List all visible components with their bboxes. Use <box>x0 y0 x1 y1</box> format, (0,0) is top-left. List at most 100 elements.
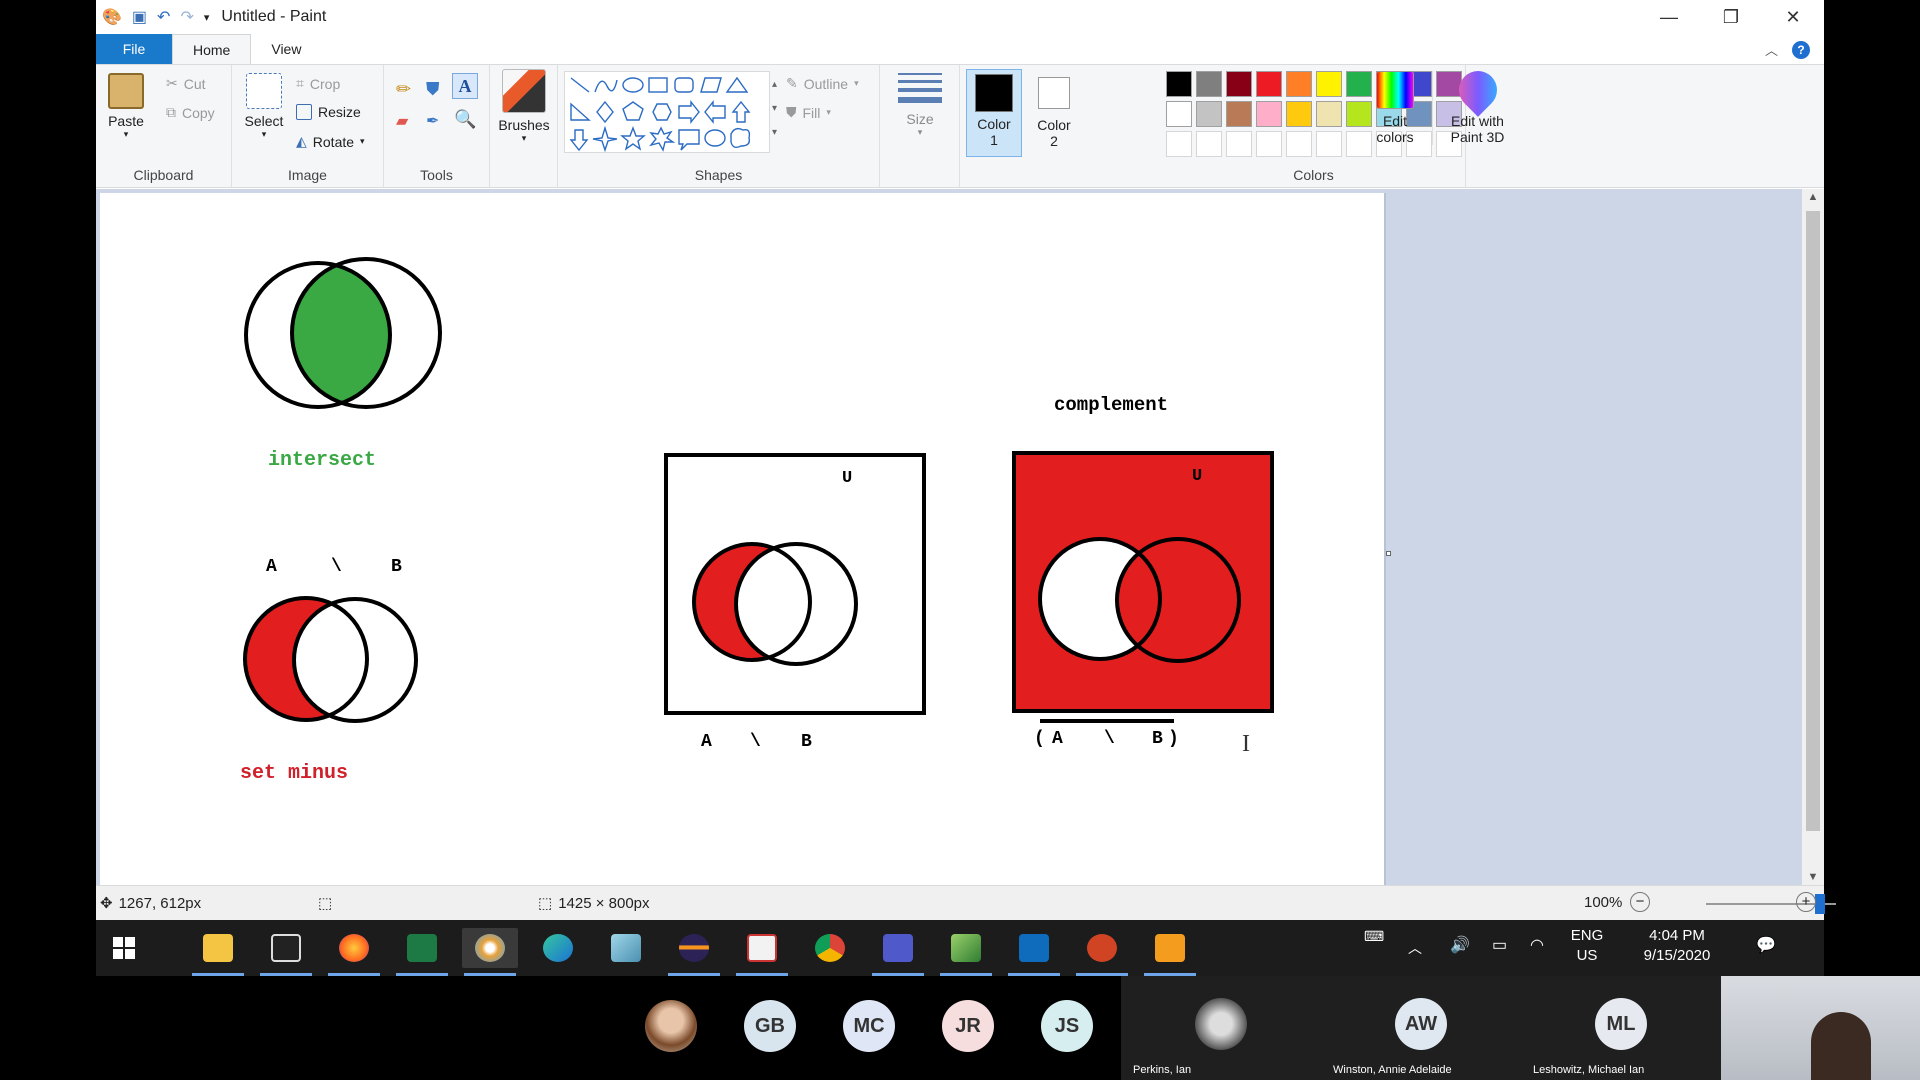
custom-color-swatch[interactable] <box>1286 131 1312 157</box>
fill-bucket-icon[interactable]: ⛊ <box>426 79 440 100</box>
participant-tile-leshowitz[interactable]: ML Leshowitz, Michael Ian <box>1521 976 1721 1080</box>
taskbar-eclipse[interactable] <box>666 928 722 976</box>
edit-colors-button[interactable]: Edit colors <box>1366 71 1424 145</box>
taskbar-outlook[interactable] <box>1006 928 1062 976</box>
color-swatch[interactable] <box>1256 101 1282 127</box>
participant-tile-perkins[interactable]: Perkins, Ian <box>1121 976 1321 1080</box>
custom-color-swatch[interactable] <box>1256 131 1282 157</box>
taskbar-paint[interactable] <box>462 928 518 976</box>
scroll-down-icon[interactable]: ▼ <box>1802 871 1824 883</box>
outline-button[interactable]: ✎ Outline ▾ <box>786 75 859 92</box>
show-hidden-icons-icon[interactable]: ︿ <box>1408 938 1422 958</box>
zoom-slider-thumb[interactable] <box>1815 894 1825 914</box>
color-swatch[interactable] <box>1316 71 1342 97</box>
participant-avatar[interactable]: GB <box>744 1000 796 1052</box>
canvas-resize-handle[interactable] <box>1386 551 1391 556</box>
keyboard-icon[interactable]: ⌨ <box>1364 926 1384 946</box>
scrollbar-thumb[interactable] <box>1806 211 1820 831</box>
start-button[interactable] <box>96 928 152 968</box>
taskbar-java[interactable] <box>734 928 790 976</box>
brushes-button[interactable]: Brushes ▾ <box>496 69 552 144</box>
minimize-button[interactable]: — <box>1638 0 1700 34</box>
color-swatch[interactable] <box>1196 101 1222 127</box>
custom-color-swatch[interactable] <box>1196 131 1222 157</box>
shapes-gallery[interactable] <box>564 71 770 153</box>
participant-photo-avatar[interactable] <box>645 1000 697 1052</box>
color-swatch[interactable] <box>1166 101 1192 127</box>
taskbar-notepad[interactable] <box>598 928 654 968</box>
help-icon[interactable]: ? <box>1792 40 1810 59</box>
pencil-icon[interactable]: ✏ <box>396 79 411 100</box>
collapse-ribbon-icon[interactable]: ︿ <box>1765 40 1778 59</box>
taskbar-acrobat[interactable] <box>258 928 314 976</box>
color-swatch[interactable] <box>1166 71 1192 97</box>
cut-button[interactable]: ✂ Cut <box>166 75 206 92</box>
custom-color-swatch[interactable] <box>1226 131 1252 157</box>
taskbar-powerpoint[interactable] <box>1074 928 1130 976</box>
participant-avatar[interactable]: MC <box>843 1000 895 1052</box>
volume-icon[interactable]: 🔊 <box>1450 936 1470 956</box>
custom-color-swatch[interactable] <box>1316 131 1342 157</box>
notifications-icon[interactable]: 💬 <box>1756 936 1776 956</box>
color-swatch[interactable] <box>1286 71 1312 97</box>
select-button[interactable]: Select ▾ <box>242 73 286 140</box>
shapes-scroll-icon[interactable]: ▴ ▾ ▾ <box>772 73 777 145</box>
eraser-icon[interactable]: ▰ <box>396 111 408 131</box>
drawing-canvas[interactable]: intersect A \ B set minus U A \ B comple… <box>100 193 1386 885</box>
close-button[interactable]: ✕ <box>1762 0 1824 34</box>
size-button[interactable]: Size ▾ <box>892 73 948 138</box>
save-icon[interactable]: ▣ <box>132 7 147 27</box>
custom-color-swatch[interactable] <box>1166 131 1192 157</box>
participant-avatar[interactable]: JS <box>1041 1000 1093 1052</box>
rotate-button[interactable]: ◭ Rotate ▾ <box>296 133 365 150</box>
eclipse-icon <box>679 934 709 962</box>
language-indicator[interactable]: ENG US <box>1564 926 1610 966</box>
color-swatch[interactable] <box>1256 71 1282 97</box>
text-tool-icon[interactable]: A <box>452 73 478 99</box>
zoom-in-icon[interactable]: + <box>1796 892 1816 912</box>
taskbar-chrome[interactable] <box>802 928 858 968</box>
battery-icon[interactable]: ▭ <box>1492 936 1507 956</box>
taskbar-excel[interactable] <box>394 928 450 976</box>
resize-button[interactable]: Resize <box>296 104 361 120</box>
fill-button[interactable]: ⛊ Fill ▾ <box>786 104 831 121</box>
taskbar-firefox[interactable] <box>326 928 382 976</box>
color-swatch[interactable] <box>1226 101 1252 127</box>
self-video-tile[interactable] <box>1721 976 1920 1080</box>
color-swatch[interactable] <box>1286 101 1312 127</box>
customize-qa-icon[interactable]: ▾ <box>204 11 210 24</box>
taskbar-media-player[interactable] <box>1142 928 1198 976</box>
color-swatch[interactable] <box>1316 101 1342 127</box>
participant-tile-winston[interactable]: AW Winston, Annie Adelaide <box>1321 976 1521 1080</box>
shapes-group-label: Shapes <box>694 167 743 183</box>
clock[interactable]: 4:04 PM 9/15/2020 <box>1628 926 1726 966</box>
tab-view[interactable]: View <box>251 34 321 64</box>
color2-button[interactable]: Color 2 <box>1026 69 1082 149</box>
restore-button[interactable]: ❐ <box>1700 0 1762 34</box>
taskbar-sheets-app[interactable] <box>938 928 994 976</box>
wifi-icon[interactable]: ◠ <box>1530 936 1544 956</box>
color-swatch[interactable] <box>1196 71 1222 97</box>
color-picker-icon[interactable]: ✒ <box>426 111 439 131</box>
scroll-up-icon[interactable]: ▲ <box>1802 191 1824 203</box>
color-swatch[interactable] <box>1226 71 1252 97</box>
tools-group-label: Tools <box>420 167 453 183</box>
magnifier-icon[interactable]: 🔍 <box>454 109 476 130</box>
tab-file[interactable]: File <box>96 34 172 64</box>
participant-avatar[interactable]: JR <box>942 1000 994 1052</box>
color1-button[interactable]: Color 1 <box>966 69 1022 157</box>
redo-icon[interactable]: ↷ <box>180 7 193 27</box>
undo-icon[interactable]: ↶ <box>157 7 170 27</box>
tab-home[interactable]: Home <box>172 34 252 64</box>
copy-button[interactable]: ⧉ Copy <box>166 104 215 121</box>
paste-button[interactable]: Paste ▾ <box>106 73 146 140</box>
taskbar-edge[interactable] <box>530 928 586 968</box>
zoom-out-icon[interactable]: − <box>1630 892 1650 912</box>
crop-button[interactable]: ⌗ Crop <box>296 75 340 92</box>
taskbar-teams[interactable] <box>870 928 926 976</box>
vertical-scrollbar[interactable]: ▲ ▼ <box>1802 189 1824 885</box>
colors-group: Color 1 Color 2 <box>960 65 1162 187</box>
edit-with-paint3d-button[interactable]: Edit with Paint 3D <box>1432 63 1522 145</box>
line-size-icon <box>898 73 942 103</box>
taskbar-file-explorer[interactable] <box>190 928 246 976</box>
